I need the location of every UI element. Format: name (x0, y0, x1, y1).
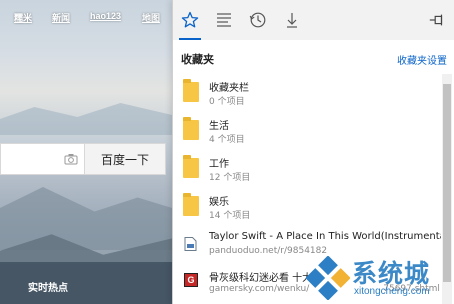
item-title: 工作 (209, 159, 229, 170)
watermark: 系统城 xitongcheng.com (304, 252, 454, 304)
item-count: 0 个项目 (209, 97, 245, 107)
browser-page-background: 糯米 新闻 hao123 地图 百度一下 实时热点 (0, 0, 172, 304)
pin-button[interactable] (427, 10, 447, 30)
game-site-icon: G (184, 273, 198, 287)
nav-link-map[interactable]: 地图 (142, 11, 160, 24)
hub-title: 收藏夹 (181, 53, 214, 66)
nav-link-nuomi[interactable]: 糯米 (14, 11, 32, 24)
favorites-settings-link[interactable]: 收藏夹设置 (397, 52, 447, 67)
reading-list-icon (217, 13, 231, 27)
tab-reading-list[interactable] (207, 0, 241, 40)
favorite-folder-work[interactable]: 工作 12 个项目 (173, 150, 441, 188)
history-icon (249, 12, 266, 28)
item-title: 娱乐 (209, 197, 229, 208)
nav-link-hao123[interactable]: hao123 (90, 11, 121, 21)
favorite-folder-bar[interactable]: 收藏夹栏 0 个项目 (173, 74, 441, 112)
star-icon (181, 11, 199, 28)
item-count: 12 个项目 (209, 173, 251, 183)
mountain-layer (0, 103, 172, 135)
pin-icon (429, 14, 443, 26)
item-title: Taylor Swift - A Place In This World(Ins… (209, 231, 441, 242)
hub-tab-bar (173, 0, 454, 40)
item-title: 骨灰级科幻迷必看 十大 (209, 273, 313, 284)
hot-news-strip (0, 262, 172, 304)
hub-header: 收藏夹 收藏夹设置 (173, 40, 454, 74)
top-nav: 糯米 新闻 hao123 地图 (0, 0, 172, 36)
mountain-layer (0, 187, 172, 250)
item-title: 生活 (209, 121, 229, 132)
folder-icon (183, 155, 199, 178)
hot-news-label[interactable]: 实时热点 (28, 279, 68, 294)
watermark-text: 系统城 (352, 259, 431, 288)
watermark-url: xitongcheng.com (354, 286, 430, 297)
page-icon (184, 237, 197, 251)
item-count: 4 个项目 (209, 135, 245, 145)
download-icon (287, 13, 297, 28)
folder-icon (183, 79, 199, 102)
tab-downloads[interactable] (275, 0, 309, 40)
search-input[interactable] (0, 143, 84, 175)
tab-history[interactable] (241, 0, 275, 40)
camera-icon[interactable] (64, 152, 78, 166)
folder-icon (183, 117, 199, 140)
nav-link-news[interactable]: 新闻 (52, 11, 70, 24)
item-url-start: gamersky.com/wenku/ (209, 284, 310, 294)
item-title: 收藏夹栏 (209, 83, 249, 94)
windows-logo-icon (306, 256, 350, 300)
favorite-folder-entertainment[interactable]: 娱乐 14 个项目 (173, 188, 441, 226)
folder-icon (183, 193, 199, 216)
search-button[interactable]: 百度一下 (84, 143, 166, 175)
favorite-folder-life[interactable]: 生活 4 个项目 (173, 112, 441, 150)
tab-favorites[interactable] (173, 0, 207, 40)
item-count: 14 个项目 (209, 211, 251, 221)
